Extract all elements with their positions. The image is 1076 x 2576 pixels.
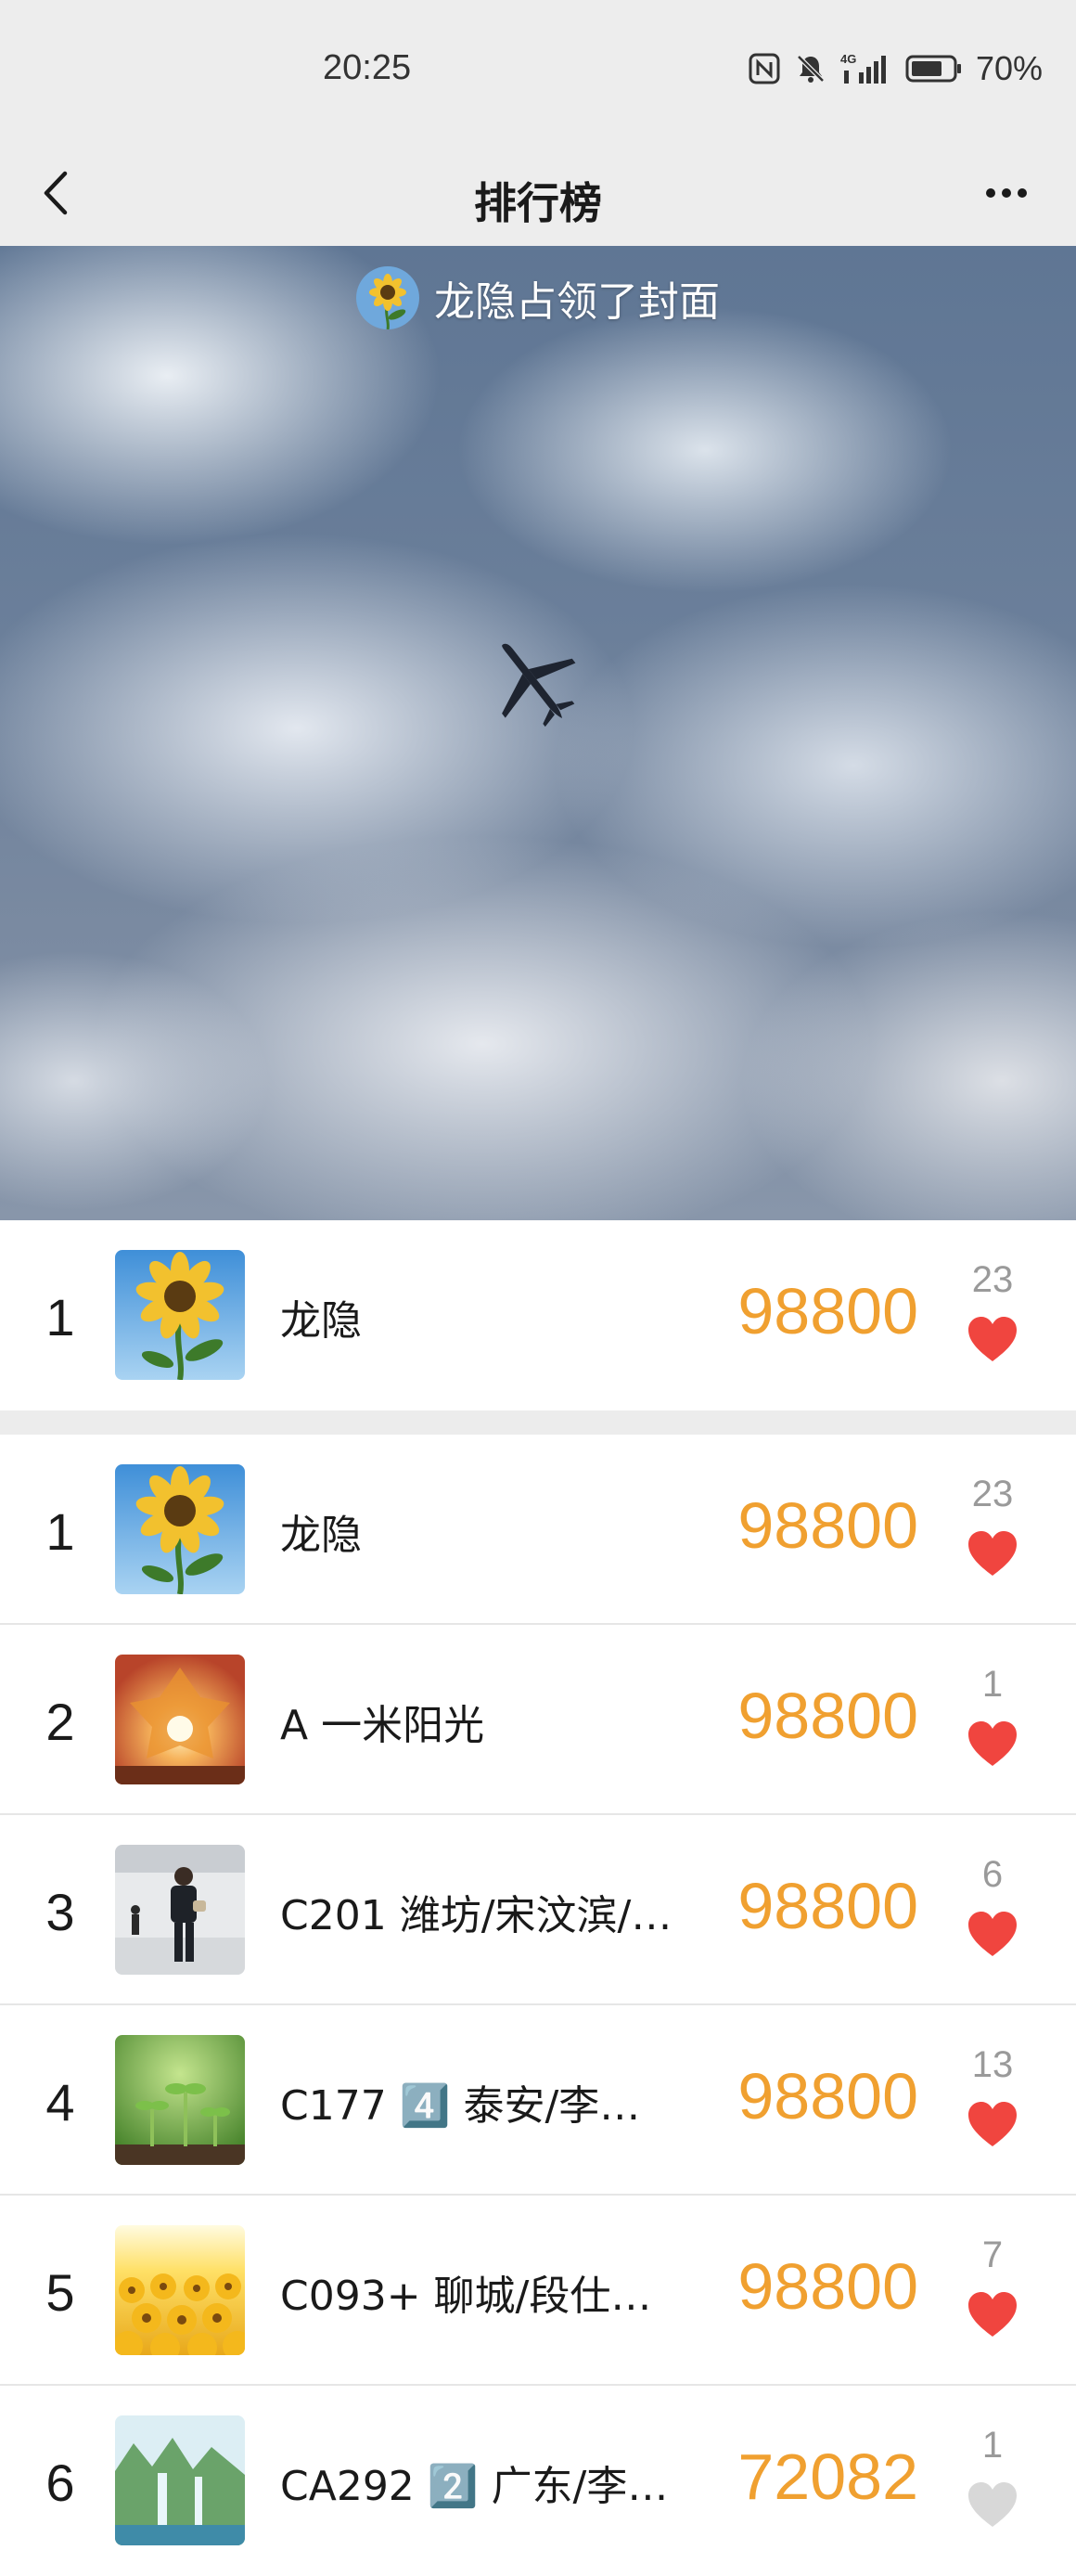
ranking-row[interactable]: 4 C177 4️⃣ 泰安/李… 98800 13 — [0, 2005, 1076, 2196]
heart-icon[interactable] — [965, 2288, 1020, 2340]
nav-bar: 排行榜 — [0, 144, 1076, 246]
heart-icon[interactable] — [965, 1313, 1020, 1365]
like-count: 13 — [971, 2044, 1014, 2085]
heart-icon[interactable] — [965, 1718, 1020, 1770]
user-name: A 一米阳光 — [280, 1702, 485, 1749]
user-name: C177 4️⃣ 泰安/李… — [280, 2082, 641, 2130]
status-bar: 20:25 4G 70% — [0, 0, 1076, 144]
cover-caption: 龙隐占领了封面 — [0, 266, 1076, 329]
cover-avatar — [356, 266, 419, 329]
like-count: 23 — [971, 1474, 1014, 1514]
battery-percent: 70% — [975, 49, 1043, 87]
avatar — [115, 1464, 245, 1594]
step-score: 98800 — [737, 1680, 918, 1752]
step-score: 98800 — [737, 1489, 918, 1562]
ranking-row[interactable]: 3 C201 潍坊/宋汶滨/… 98800 6 — [0, 1815, 1076, 2005]
my-rank-row[interactable]: 1 龙隐 98800 23 — [0, 1220, 1076, 1410]
mute-bell-icon — [797, 55, 825, 83]
cover-caption-text: 龙隐占领了封面 — [434, 278, 720, 326]
ranking-row[interactable]: 5 C093+ 聊城/段仕… 98800 7 — [0, 2196, 1076, 2386]
avatar — [115, 2035, 245, 2165]
user-name: 龙隐 — [280, 1297, 362, 1345]
step-score: 98800 — [737, 2060, 918, 2132]
rank-number: 4 — [45, 2073, 75, 2132]
avatar — [115, 1250, 245, 1380]
rank-number: 6 — [45, 2454, 75, 2512]
rank-number: 2 — [45, 1693, 75, 1751]
more-dots-icon — [986, 188, 1027, 198]
user-name: C093+ 聊城/段仕… — [280, 2273, 652, 2320]
more-button[interactable] — [965, 161, 1048, 225]
ranking-row[interactable]: 6 CA292 2️⃣ 广东/李… 72082 1 — [0, 2386, 1076, 2576]
user-name: C201 潍坊/宋汶滨/… — [280, 1892, 672, 1939]
cover-image[interactable]: 龙隐占领了封面 — [0, 246, 1076, 1220]
avatar — [115, 2225, 245, 2355]
ranking-list: 1 龙隐 98800 23 2 A 一米阳光 98800 1 3 C201 潍坊… — [0, 1435, 1076, 2576]
status-icons: 4G 70% — [748, 48, 1043, 89]
ranking-row[interactable]: 2 A 一米阳光 98800 1 — [0, 1625, 1076, 1815]
step-score: 98800 — [737, 2250, 918, 2323]
rank-number: 1 — [45, 1502, 75, 1561]
like-count: 1 — [981, 2425, 1004, 2466]
like-count: 1 — [981, 1664, 1004, 1705]
airplane-icon — [502, 643, 576, 728]
like-count: 6 — [981, 1854, 1004, 1895]
section-divider — [0, 1410, 1076, 1435]
nfc-icon — [749, 53, 780, 84]
signal-4g-icon: 4G — [840, 52, 886, 84]
user-name: 龙隐 — [280, 1512, 362, 1559]
heart-icon[interactable] — [965, 2098, 1020, 2150]
avatar — [115, 2415, 245, 2545]
avatar — [115, 1655, 245, 1784]
my-rank-section: 1 龙隐 98800 23 — [0, 1220, 1076, 1410]
step-score: 98800 — [737, 1870, 918, 1942]
rank-number: 3 — [45, 1883, 75, 1941]
step-score: 72082 — [737, 2441, 918, 2513]
svg-text:4G: 4G — [840, 52, 856, 66]
rank-number: 5 — [45, 2263, 75, 2322]
like-count: 7 — [981, 2235, 1004, 2275]
heart-icon[interactable] — [965, 2479, 1020, 2531]
heart-icon[interactable] — [965, 1908, 1020, 1960]
ranking-row[interactable]: 1 龙隐 98800 23 — [0, 1435, 1076, 1625]
step-score: 98800 — [737, 1275, 918, 1347]
status-time: 20:25 — [323, 48, 412, 87]
battery-icon — [905, 55, 961, 83]
rank-number: 1 — [45, 1288, 75, 1346]
heart-icon[interactable] — [965, 1527, 1020, 1579]
user-name: CA292 2️⃣ 广东/李… — [280, 2463, 669, 2510]
like-count: 23 — [971, 1259, 1014, 1300]
avatar — [115, 1845, 245, 1975]
page-title: 排行榜 — [474, 178, 602, 228]
